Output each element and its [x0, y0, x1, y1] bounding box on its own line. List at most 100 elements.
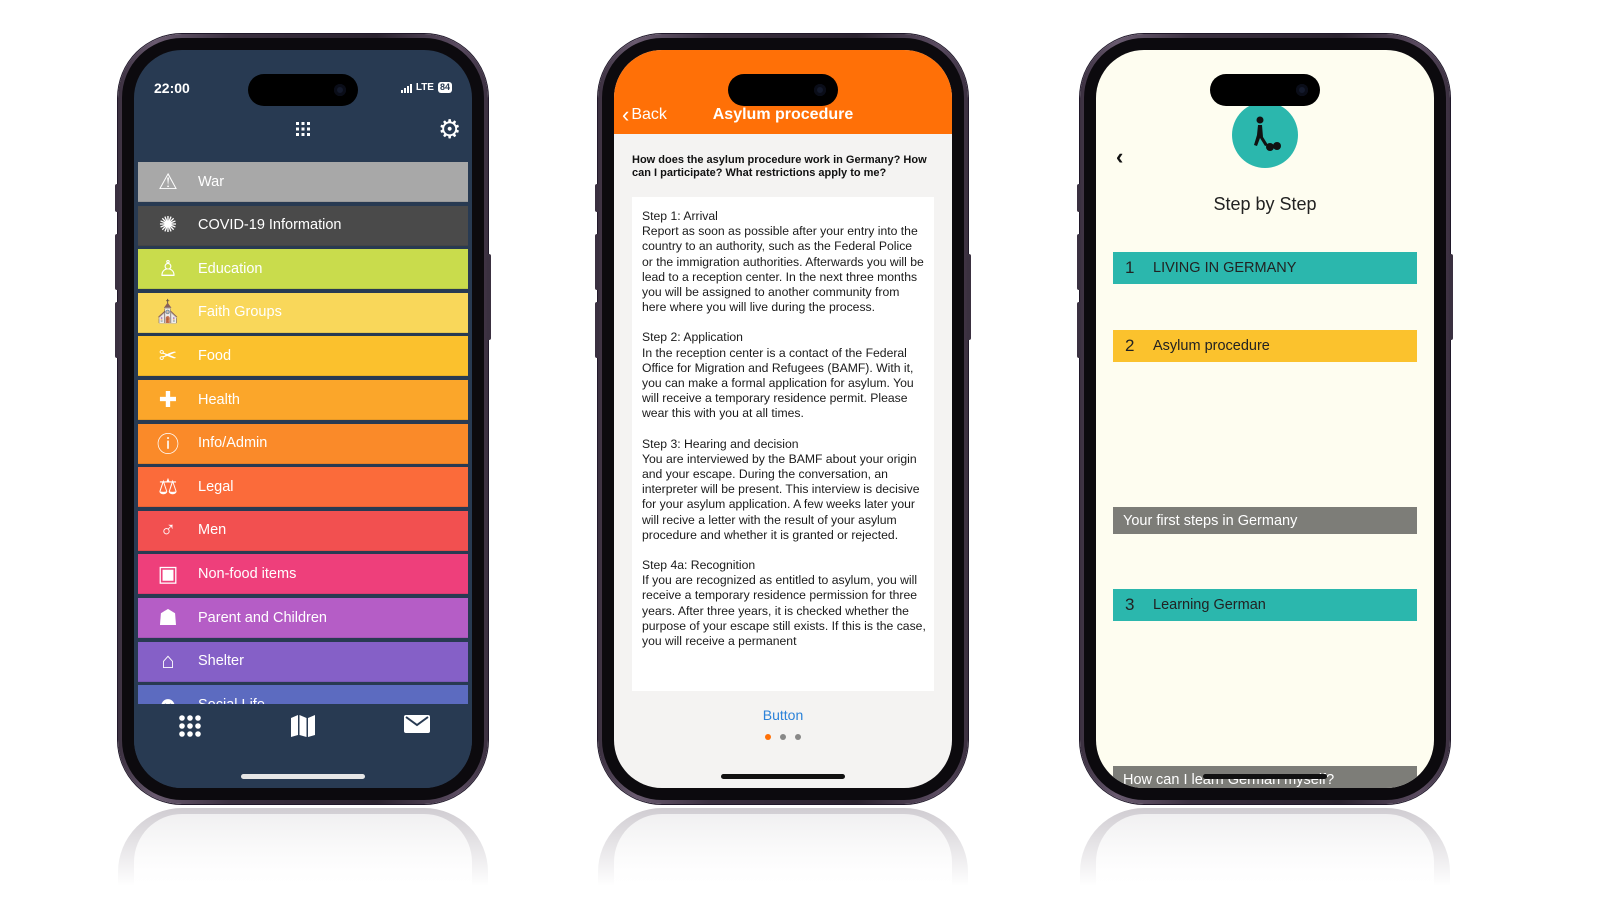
phone-menu: 22:00 LTE 84 ⚙ ⚠ War ✺ COVID-19 Information… — [115, 34, 491, 804]
volume-down-button — [115, 302, 119, 358]
page-dot[interactable] — [765, 734, 771, 740]
network-label: LTE — [415, 82, 434, 93]
power-button — [967, 254, 971, 340]
menu-item-non-food-items[interactable]: ▣ Non-food items — [138, 554, 468, 595]
menu-item-label: War — [198, 173, 225, 190]
menu-item-food[interactable]: ✂ Food — [138, 336, 468, 377]
home-indicator — [1203, 774, 1327, 779]
step-body: In the reception center is a contact of … — [642, 345, 914, 421]
dynamic-island — [248, 74, 358, 106]
volume-down-button — [1077, 302, 1081, 358]
first-aid-icon: ✚ — [158, 386, 178, 412]
mute-switch — [1077, 184, 1081, 212]
menu-item-men[interactable]: ♂ Men — [138, 510, 468, 551]
step-title: Step 4a: Recognition — [642, 558, 756, 573]
reflection-menu — [118, 808, 488, 900]
step-paragraph: Step 4a: Recognition If you are recognize… — [642, 558, 926, 649]
menu-item-parent-and-children[interactable]: ☗ Parent and Children — [138, 598, 468, 638]
step-number: 2 — [1125, 336, 1135, 355]
reflection-asylum — [598, 808, 968, 900]
question-heading: How does the asylum procedure work in Ge… — [632, 154, 927, 179]
status-time: 22:00 — [154, 80, 190, 96]
menu-item-shelter[interactable]: ⌂ Shelter — [138, 641, 468, 682]
scales-icon: ⚖ — [158, 473, 178, 499]
teacher-icon: ♙ — [158, 255, 178, 281]
tab-mail-icon[interactable] — [404, 714, 430, 740]
reflection-step — [1080, 808, 1450, 900]
menu-item-info-admin[interactable]: ⓘ Info/Admin — [138, 423, 468, 464]
page-dot[interactable] — [795, 734, 801, 740]
screen-menu: 22:00 LTE 84 ⚙ ⚠ War ✺ COVID-19 Information… — [134, 50, 472, 788]
info-icon: ⓘ — [156, 432, 179, 458]
steps-text-card[interactable]: Step 1: Arrival Report as soon as possibl… — [632, 197, 934, 691]
grid-icon[interactable] — [296, 122, 310, 141]
volume-up-button — [115, 234, 119, 290]
menu-item-label: Health — [198, 391, 240, 408]
menu-item-health[interactable]: ✚ Health — [138, 380, 468, 420]
dynamic-island — [728, 74, 838, 106]
step-section-bar[interactable]: 3 Learning German — [1113, 589, 1417, 621]
gear-icon[interactable]: ⚙ — [438, 116, 461, 142]
signal-icon — [400, 83, 412, 93]
step-body: You are interviewed by the BAMF about yo… — [642, 451, 920, 542]
menu-item-education[interactable]: ♙ Education — [138, 249, 468, 290]
fork-knife-icon: ✂ — [158, 342, 178, 368]
volume-up-button — [595, 234, 599, 290]
virus-icon: ✺ — [158, 212, 178, 238]
menu-item-covid-19-information[interactable]: ✺ COVID-19 Information — [138, 205, 468, 246]
page-title: Asylum procedure — [712, 106, 854, 123]
menu-item-legal[interactable]: ⚖ Legal — [138, 467, 468, 508]
tab-bar — [134, 704, 472, 788]
menu-item-war[interactable]: ⚠ War — [138, 162, 468, 202]
phone-asylum: ‹ Back Asylum procedure How does the asy… — [595, 34, 971, 804]
warning-icon: ⚠ — [158, 168, 178, 194]
status-right: LTE 84 — [400, 82, 452, 93]
family-icon: ☗ — [158, 604, 178, 630]
menu-item-label: Men — [198, 522, 227, 539]
page-dot[interactable] — [780, 734, 786, 740]
step-paragraph: Step 2: Application In the reception cent… — [642, 330, 926, 421]
menu-item-faith-groups[interactable]: ⛪ Faith Groups — [138, 292, 468, 333]
battery-icon: 84 — [437, 82, 452, 93]
step-title: Step 2: Application — [642, 330, 743, 345]
menu-item-label: Parent and Children — [198, 609, 327, 626]
step-paragraph: Step 1: Arrival Report as soon as possibl… — [642, 209, 926, 315]
dynamic-island — [1210, 74, 1320, 106]
page-indicator[interactable] — [614, 734, 952, 740]
menu-item-label: Shelter — [198, 653, 244, 670]
home-indicator — [721, 774, 845, 779]
step-label: Asylum procedure — [1153, 338, 1270, 354]
phone-step-by-step: ‹ Step by Step 1 LIVING IN GERMANY 2 Asylum… — [1077, 34, 1453, 804]
step-number: 1 — [1125, 258, 1135, 277]
tab-categories-icon[interactable] — [178, 714, 202, 744]
male-symbol-icon: ♂ — [159, 517, 177, 543]
tab-map-icon[interactable] — [290, 714, 316, 744]
step-label: Learning German — [1153, 597, 1266, 613]
house-icon: ⌂ — [161, 648, 175, 674]
step-body: If you are recognized as entitled to asy… — [642, 573, 926, 649]
power-button — [487, 254, 491, 340]
walking-person-logo-icon — [1232, 102, 1298, 168]
mute-switch — [595, 184, 599, 212]
step-title: Step 1: Arrival — [642, 209, 718, 223]
menu-item-label: Faith Groups — [198, 304, 282, 321]
screen-step-by-step: ‹ Step by Step 1 LIVING IN GERMANY 2 Asylum… — [1096, 50, 1434, 788]
menu-item-label: Info/Admin — [198, 435, 268, 452]
volume-down-button — [595, 302, 599, 358]
volume-up-button — [1077, 234, 1081, 290]
stage: 22:00 LTE 84 ⚙ ⚠ War ✺ COVID-19 Information… — [0, 0, 1600, 900]
page-title: Step by Step — [1213, 194, 1317, 214]
praying-hands-icon: ⛪ — [154, 299, 182, 325]
chevron-left-icon[interactable]: ‹ — [1116, 144, 1123, 170]
menu-item-label: Food — [198, 347, 232, 364]
step-title: Step 3: Hearing and decision — [642, 436, 799, 451]
menu-item-label: Legal — [198, 478, 234, 495]
action-button[interactable]: Button — [614, 707, 952, 723]
menu-item-label: COVID-19 Information — [198, 217, 342, 234]
step-section-bar[interactable]: 1 LIVING IN GERMANY — [1113, 252, 1417, 284]
step-section-bar[interactable]: 2 Asylum procedure — [1113, 330, 1417, 362]
step-body: Report as soon as possible after your en… — [642, 224, 924, 315]
menu-item-label: Non-food items — [198, 565, 297, 582]
sub-topic-bar[interactable]: Your first steps in Germany — [1113, 507, 1417, 534]
screen-asylum: ‹ Back Asylum procedure How does the asy… — [614, 50, 952, 788]
